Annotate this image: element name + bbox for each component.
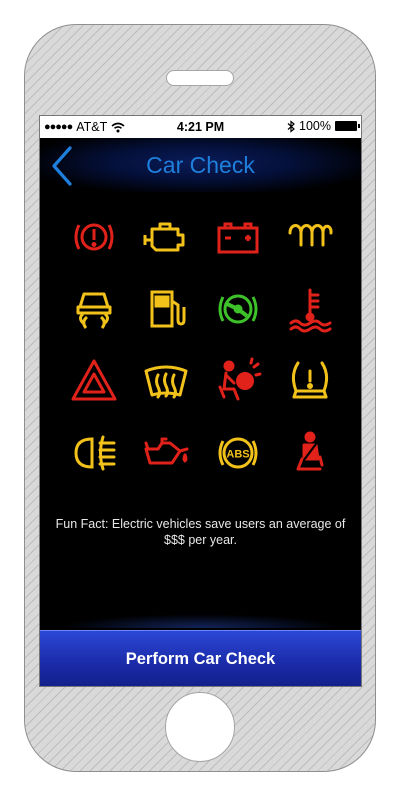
page-title: Car Check xyxy=(146,152,255,178)
nav-bar: Car Check xyxy=(40,138,361,192)
brake-warning-icon[interactable] xyxy=(70,213,118,261)
home-button[interactable] xyxy=(165,692,235,762)
perform-car-check-label: Perform Car Check xyxy=(125,649,276,668)
power-steering-icon[interactable] xyxy=(214,285,262,333)
battery-percent: 100% xyxy=(299,119,331,133)
traction-control-icon[interactable] xyxy=(70,285,118,333)
fun-fact-text: Fun Fact: Electric vehicles save users a… xyxy=(55,517,346,547)
low-fuel-icon[interactable] xyxy=(142,285,190,333)
oil-pressure-icon[interactable] xyxy=(142,429,190,477)
tire-pressure-icon[interactable] xyxy=(286,357,334,405)
airbag-icon[interactable] xyxy=(214,357,262,405)
abs-label: ABS xyxy=(226,449,249,461)
battery-icon xyxy=(335,121,360,131)
bluetooth-icon xyxy=(287,119,295,133)
perform-car-check-button[interactable]: Perform Car Check xyxy=(40,630,361,686)
seatbelt-icon[interactable] xyxy=(286,429,334,477)
fog-light-icon[interactable] xyxy=(70,429,118,477)
abs-icon[interactable]: ABS xyxy=(214,429,262,477)
coolant-temperature-icon[interactable] xyxy=(286,285,334,333)
glow-plug-icon[interactable] xyxy=(286,213,334,261)
status-bar: ●●●●● AT&T 4:21 PM 100% xyxy=(40,116,361,138)
app-screen: ●●●●● AT&T 4:21 PM 100% Car Check ABS Fu… xyxy=(39,115,362,687)
rear-defrost-icon[interactable] xyxy=(142,357,190,405)
speaker-grille xyxy=(166,70,234,86)
button-glow xyxy=(60,614,341,628)
battery-icon[interactable] xyxy=(214,213,262,261)
hazard-triangle-icon[interactable] xyxy=(70,357,118,405)
check-engine-icon[interactable] xyxy=(142,213,190,261)
